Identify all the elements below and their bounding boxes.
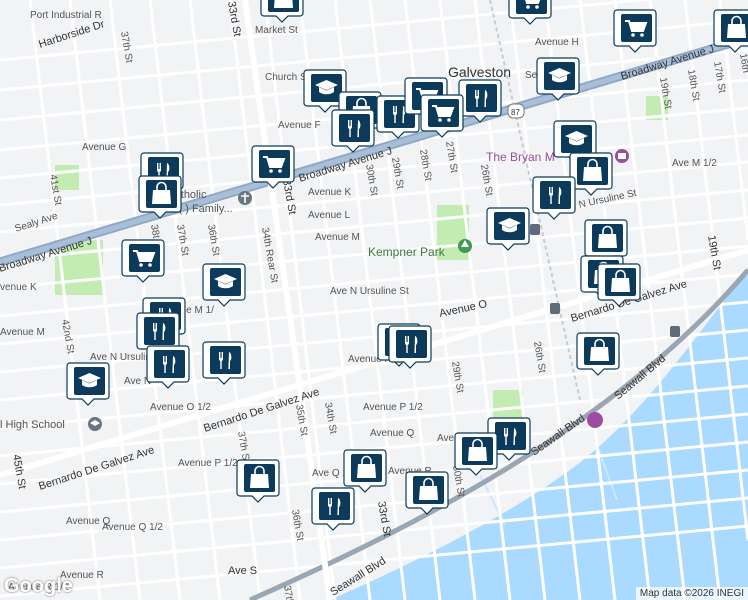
school-icon-marker[interactable] — [486, 207, 530, 251]
ave-m-half-label: Ave M 1/2 — [672, 158, 717, 169]
avenue-l-label: Avenue L — [308, 210, 351, 221]
high-school-label: l High School — [0, 419, 65, 431]
shopping-bag-icon-marker[interactable] — [569, 152, 613, 196]
restaurant-icon-marker[interactable] — [311, 487, 355, 531]
avenue-k-label: Avenue K — [308, 187, 352, 198]
avenue-k-left-label: venue K — [0, 282, 37, 293]
avenue-p-half-left-label: Avenue P 1/2 — [178, 458, 238, 469]
avenue-o-half-label: Avenue O 1/2 — [150, 402, 211, 413]
shopping-bag-icon-marker[interactable] — [236, 459, 280, 503]
ave-s-label: Ave S — [228, 565, 257, 577]
restaurant-icon-marker[interactable] — [458, 79, 502, 123]
shopping-bag-icon-marker[interactable] — [713, 9, 748, 53]
school-poi-icon — [88, 417, 102, 431]
church-icon — [238, 191, 252, 205]
kempner-park-label: Kempner Park — [368, 245, 446, 259]
avenue-q-label: Avenue Q — [370, 428, 415, 439]
school-icon-marker[interactable] — [66, 362, 110, 406]
park-icon — [458, 239, 472, 253]
bus-stop-icon — [530, 224, 540, 235]
shopping-bag-icon-marker[interactable] — [454, 432, 498, 476]
map-attribution[interactable]: Map data ©2026 INEGI — [635, 587, 748, 600]
park-area-south — [493, 390, 523, 420]
restaurant-icon-marker[interactable] — [331, 109, 375, 153]
st-37-bottom-label: 37th — [281, 585, 295, 600]
restaurant-icon-marker[interactable] — [388, 325, 432, 369]
shopping-cart-icon-marker[interactable] — [251, 145, 295, 189]
bryan-museum-label: The Bryan M — [486, 150, 555, 164]
shopping-bag-icon-marker[interactable] — [597, 263, 641, 307]
avenue-p-half-center-label: Avenue P 1/2 — [363, 402, 423, 413]
shopping-bag-icon-marker[interactable] — [138, 175, 182, 219]
bus-stop-icon-3 — [670, 326, 680, 337]
restaurant-icon-marker[interactable] — [532, 176, 576, 220]
avenue-q-half-left-label: Avenue Q 1/2 — [102, 522, 163, 533]
city-label: Galveston — [448, 64, 511, 80]
svg-text:87: 87 — [511, 108, 520, 117]
map-view[interactable]: Port Industrial R Harborside Dr Market S… — [0, 0, 748, 600]
school-icon-marker[interactable] — [202, 263, 246, 307]
avenue-f-label: Avenue F — [278, 120, 321, 131]
ave-n-ursuline-label: Ave N Ursuline St — [330, 286, 409, 297]
avenue-m-left-label: Avenue M — [0, 327, 45, 338]
hwy-87-shield: 87 — [507, 103, 525, 119]
google-logo: Google — [4, 575, 73, 597]
shopping-bag-icon — [273, 0, 294, 9]
avenue-h-label: Avenue H — [535, 37, 579, 48]
port-industrial-label: Port Industrial R — [30, 10, 102, 21]
museum-icon — [615, 149, 629, 163]
avenue-m-label: Avenue M — [315, 232, 360, 243]
market-st-label: Market St — [255, 25, 298, 36]
map-canvas[interactable]: Port Industrial R Harborside Dr Market S… — [0, 0, 748, 600]
church-st-label: Church St — [265, 72, 310, 83]
shopping-cart-icon-marker[interactable] — [420, 94, 464, 138]
shopping-cart-icon-marker[interactable] — [613, 9, 657, 53]
restaurant-icon-marker[interactable] — [202, 341, 246, 385]
shopping-cart-icon-marker[interactable] — [121, 239, 165, 283]
shopping-bag-icon-marker[interactable] — [405, 471, 449, 515]
attraction-icon — [587, 412, 603, 428]
restaurant-icon-marker[interactable] — [146, 345, 190, 389]
shopping-bag-icon-marker[interactable] — [343, 449, 387, 493]
school-icon-marker[interactable] — [536, 57, 580, 101]
shopping-bag-icon-marker[interactable] — [576, 332, 620, 376]
avenue-g-label: Avenue G — [82, 142, 127, 153]
bus-stop-icon-2 — [550, 303, 560, 314]
